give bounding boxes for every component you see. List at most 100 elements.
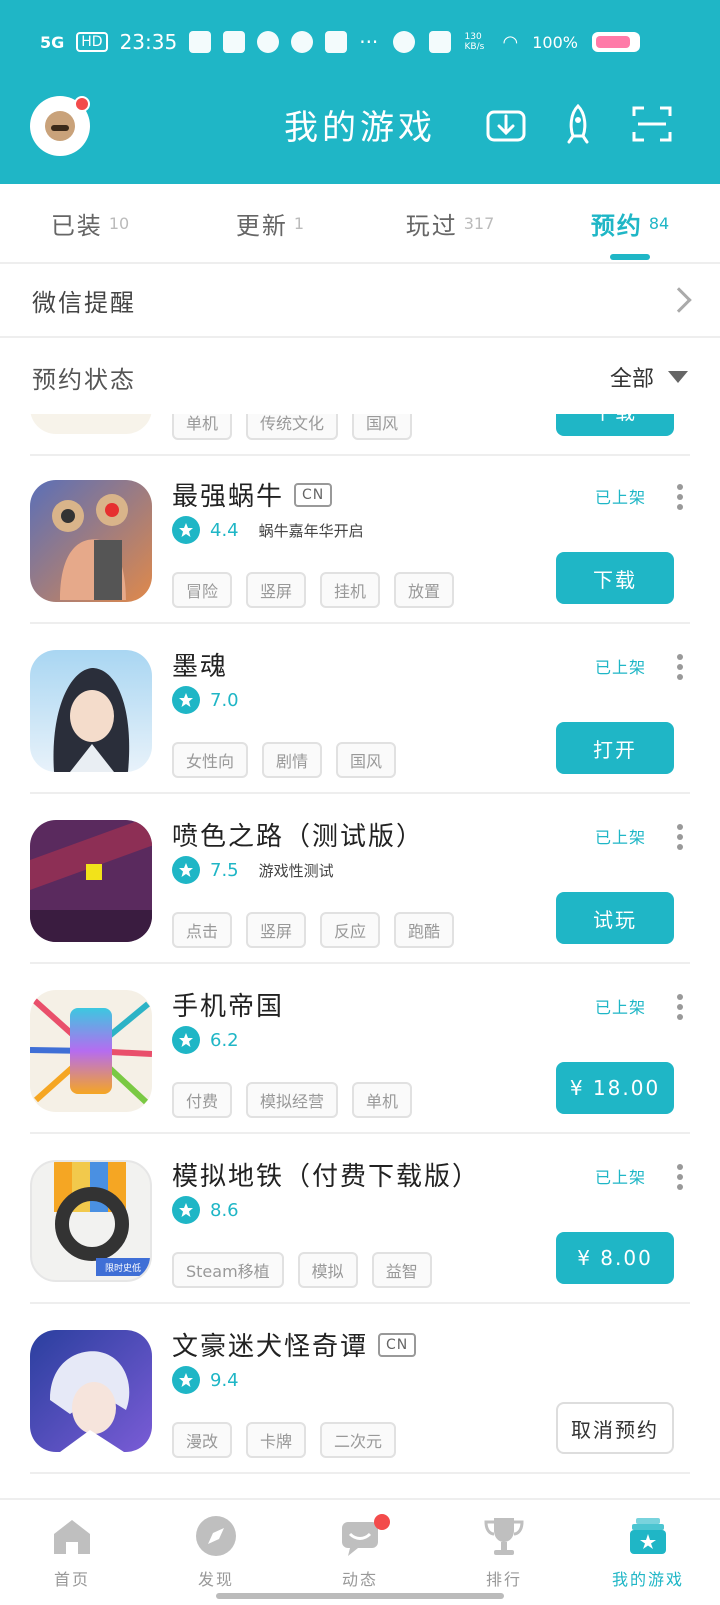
more-notifications-icon: ··· — [359, 30, 379, 54]
buy-button[interactable]: ¥ 18.00 — [556, 1062, 674, 1114]
release-status: 已上架 — [594, 488, 646, 507]
taobao-icon — [223, 31, 246, 53]
game-title-text: 文豪迷犬怪奇谭 — [172, 1332, 369, 1362]
nav-home[interactable]: 首页 — [0, 1500, 144, 1605]
nav-label: 发现 — [197, 1570, 234, 1589]
game-icon-phone-empire — [30, 990, 152, 1112]
compass-icon — [196, 1516, 236, 1556]
reserve-status-row: 预约状态 全部 — [0, 340, 720, 414]
download-button[interactable]: 下载 — [556, 414, 674, 436]
game-title: 手机帝国 — [172, 986, 284, 1023]
nav-feed[interactable]: 动态 — [288, 1500, 432, 1605]
game-row-partial[interactable]: 单机 传统文化 国风 下载 — [30, 414, 690, 456]
tag-list: 付费 模拟经营 单机 — [172, 1082, 413, 1118]
tab-played[interactable]: 玩过 317 — [360, 184, 540, 262]
game-title-text: 墨魂 — [172, 652, 229, 682]
download-icon — [486, 110, 526, 142]
game-row[interactable]: 最强蜗牛 CN 4.4 蜗牛嘉年华开启 冒险 竖屏 挂机 放置 已上架 下载 — [30, 454, 690, 624]
game-icon-splash — [30, 820, 152, 942]
release-status: 已上架 — [594, 828, 646, 847]
game-title: 文豪迷犬怪奇谭 CN — [172, 1326, 417, 1363]
cloud-icon — [291, 31, 314, 53]
rating: 4.4 蜗牛嘉年华开启 — [172, 516, 364, 544]
header: 5G HD 23:35 ··· 130 KB/s ◠ 100% 我的游戏 — [0, 0, 720, 184]
rating: 6.2 — [172, 1026, 239, 1054]
game-row[interactable]: 墨魂 7.0 女性向 剧情 国风 已上架 打开 — [30, 624, 690, 794]
tag-list: 漫改 卡牌 二次元 — [172, 1422, 397, 1458]
page-title: 我的游戏 — [284, 108, 436, 148]
download-manager-button[interactable] — [482, 100, 530, 148]
tag: 益智 — [371, 1252, 432, 1288]
more-options-icon[interactable] — [670, 994, 690, 1020]
tag: 国风 — [352, 414, 413, 440]
game-title-text: 喷色之路（测试版） — [172, 822, 425, 852]
game-icon — [30, 414, 152, 434]
notification-icon — [189, 31, 212, 53]
nav-my-games[interactable]: 我的游戏 — [576, 1500, 720, 1605]
tag: 冒险 — [172, 572, 233, 608]
tab-installed[interactable]: 已装 10 — [0, 184, 180, 262]
message-icon — [325, 31, 348, 53]
nav-ranking[interactable]: 排行 — [432, 1500, 576, 1605]
gesture-bar[interactable] — [216, 1593, 504, 1599]
scan-icon — [632, 106, 672, 142]
nav-discover[interactable]: 发现 — [144, 1500, 288, 1605]
battery-percent: 100% — [532, 32, 578, 52]
game-icon-bungo — [30, 1330, 152, 1452]
speed-up-button[interactable] — [554, 100, 602, 148]
rating-score: 4.4 — [210, 519, 239, 541]
game-row[interactable]: 文豪迷犬怪奇谭 CN 9.4 漫改 卡牌 二次元 取消预约 — [30, 1304, 690, 1474]
nav-label: 排行 — [485, 1570, 522, 1589]
game-title-text: 最强蜗牛 — [172, 482, 285, 512]
reserve-status-label: 预约状态 — [32, 365, 136, 394]
caret-down-icon — [668, 371, 688, 383]
mute-icon — [428, 31, 451, 53]
tab-label: 玩过 — [405, 211, 458, 240]
tag: 反应 — [320, 912, 381, 948]
tag: 漫改 — [172, 1422, 233, 1458]
rating: 8.6 — [172, 1196, 239, 1224]
game-title: 墨魂 — [172, 646, 228, 683]
wifi-icon: ◠ — [502, 31, 519, 53]
nav-label: 首页 — [53, 1570, 90, 1589]
my-games-icon — [630, 1518, 666, 1554]
game-row[interactable]: 限时史低 模拟地铁（付费下载版） 8.6 Steam移植 模拟 益智 已上架 ¥… — [30, 1134, 690, 1304]
tag-list: 点击 竖屏 反应 跑酷 — [172, 912, 455, 948]
tab-reserved[interactable]: 预约 84 — [540, 184, 720, 262]
tab-bar: 已装 10 更新 1 玩过 317 预约 84 — [0, 184, 720, 264]
star-icon — [172, 686, 200, 714]
game-row[interactable]: 喷色之路（测试版） 7.5 游戏性测试 点击 竖屏 反应 跑酷 已上架 试玩 — [30, 794, 690, 964]
tag: 国风 — [336, 742, 397, 778]
release-status: 已上架 — [594, 998, 646, 1017]
game-row[interactable]: 手机帝国 6.2 付费 模拟经营 单机 已上架 ¥ 18.00 — [30, 964, 690, 1134]
scan-button[interactable] — [628, 100, 676, 148]
more-options-icon[interactable] — [670, 654, 690, 680]
cn-badge: CN — [294, 482, 333, 507]
star-icon — [172, 516, 200, 544]
cancel-reservation-button[interactable]: 取消预约 — [556, 1402, 674, 1454]
cn-badge: CN — [378, 1332, 417, 1357]
game-list[interactable]: 单机 传统文化 国风 下载 最强蜗牛 CN 4.4 蜗牛嘉年华开启 冒险 竖屏 — [30, 414, 690, 1496]
open-button[interactable]: 打开 — [556, 722, 674, 774]
wechat-reminder-row[interactable]: 微信提醒 — [0, 264, 720, 338]
tag: 女性向 — [172, 742, 249, 778]
nav-label: 我的游戏 — [611, 1570, 684, 1589]
buy-button[interactable]: ¥ 8.00 — [556, 1232, 674, 1284]
tag-list: Steam移植 模拟 益智 — [172, 1252, 432, 1288]
download-button[interactable]: 下载 — [556, 552, 674, 604]
status-filter-dropdown[interactable]: 全部 — [610, 361, 688, 393]
more-options-icon[interactable] — [670, 484, 690, 510]
game-title: 模拟地铁（付费下载版） — [172, 1156, 480, 1193]
bottom-nav: 首页 发现 动态 排行 我的游戏 — [0, 1498, 720, 1605]
tab-updates[interactable]: 更新 1 — [180, 184, 360, 262]
net-speed: 130 KB/s — [464, 32, 485, 52]
trophy-icon — [484, 1518, 524, 1555]
tag: 模拟经营 — [246, 1082, 339, 1118]
tag: 单机 — [352, 1082, 413, 1118]
rating-score: 7.0 — [210, 689, 239, 711]
game-icon-mohun — [30, 650, 152, 772]
more-options-icon[interactable] — [670, 824, 690, 850]
try-play-button[interactable]: 试玩 — [556, 892, 674, 944]
more-options-icon[interactable] — [670, 1164, 690, 1190]
game-title-text: 模拟地铁（付费下载版） — [172, 1162, 481, 1192]
